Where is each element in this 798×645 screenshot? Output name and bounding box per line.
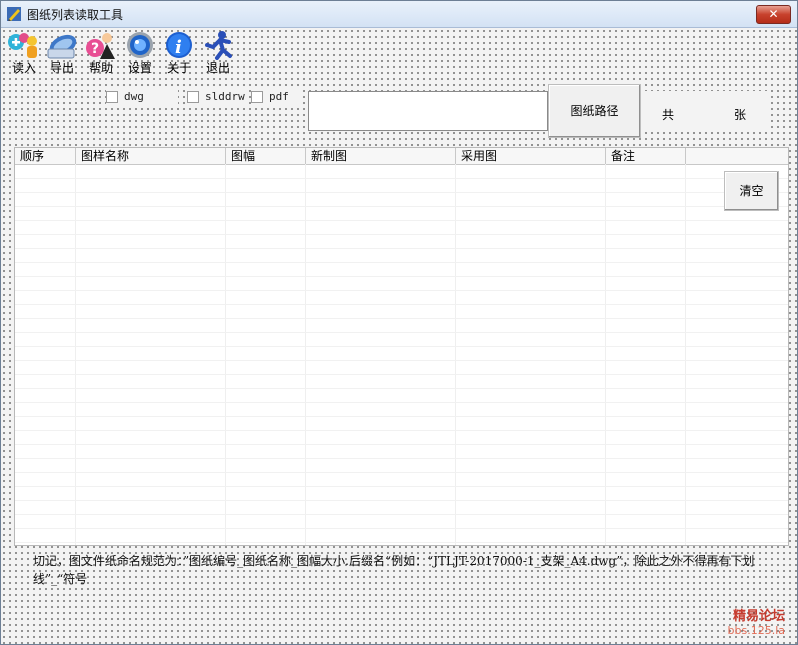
toolbar-exit-label: 退出 (205, 61, 230, 75)
row-guide (15, 346, 788, 347)
row-guide (15, 472, 788, 473)
row-guide (15, 388, 788, 389)
watermark-title: 精易论坛 (732, 609, 785, 624)
count-prefix: 共 (662, 108, 675, 122)
column-header-new[interactable]: 新制图 (306, 148, 456, 164)
toolbar-export-button[interactable]: 导出 (43, 30, 81, 78)
dwg-label: dwg (124, 90, 144, 103)
row-guide (15, 374, 788, 375)
column-divider (685, 164, 686, 545)
watermark: 精易论坛 bbs.125.la (728, 605, 785, 637)
column-divider (75, 164, 76, 545)
toolbar-export-label: 导出 (49, 61, 74, 75)
drawing-path-button[interactable]: 图纸路径 (548, 84, 641, 138)
main-window: 图纸列表读取工具 ✕ 读入 导出 ? 帮助 设置 i 关于 退出 dwg sld… (0, 0, 798, 645)
close-button[interactable]: ✕ (756, 5, 791, 24)
toolbar-read-button[interactable]: 读入 (5, 30, 43, 78)
row-guide (15, 206, 788, 207)
column-header-order[interactable]: 顺序 (15, 148, 76, 164)
row-guide (15, 458, 788, 459)
row-guide (15, 430, 788, 431)
toolbar-exit-button[interactable]: 退出 (199, 30, 237, 78)
row-guide (15, 178, 788, 179)
table-header: 顺序 图样名称 图幅 新制图 采用图 备注 (15, 148, 788, 165)
about-icon: i (166, 32, 192, 58)
dwg-checkbox[interactable] (106, 91, 118, 103)
client-area: 读入 导出 ? 帮助 设置 i 关于 退出 dwg slddrw pdf 图纸路… (1, 28, 797, 644)
count-panel: 共 张 (644, 91, 770, 131)
row-guide (15, 486, 788, 487)
row-guide (15, 220, 788, 221)
filter-slddrw[interactable]: slddrw (187, 90, 247, 108)
pdf-label: pdf (269, 90, 289, 103)
app-icon (7, 7, 21, 21)
filter-pdf[interactable]: pdf (251, 90, 301, 108)
row-guide (15, 514, 788, 515)
row-guide (15, 192, 788, 193)
row-guide (15, 262, 788, 263)
watermark-url: bbs.125.la (727, 624, 785, 637)
row-guide (15, 444, 788, 445)
users-add-icon (8, 33, 37, 58)
toolbar-about-label: 关于 (166, 61, 191, 75)
toolbar-help-button[interactable]: ? 帮助 (82, 30, 120, 78)
path-input[interactable] (308, 91, 548, 131)
column-header-adopted[interactable]: 采用图 (456, 148, 606, 164)
column-header-size[interactable]: 图幅 (226, 148, 306, 164)
window-title: 图纸列表读取工具 (27, 8, 124, 22)
drawing-list-table[interactable]: 顺序 图样名称 图幅 新制图 采用图 备注 (14, 147, 789, 546)
column-header-name[interactable]: 图样名称 (76, 148, 226, 164)
row-guide (15, 528, 788, 529)
row-guide (15, 318, 788, 319)
toolbar-about-button[interactable]: i 关于 (160, 30, 198, 78)
row-guide (15, 332, 788, 333)
row-guide (15, 360, 788, 361)
row-guide (15, 542, 788, 543)
filter-dwg[interactable]: dwg (106, 90, 178, 108)
column-divider (455, 164, 456, 545)
naming-note: 切记，图文件纸命名规范为：”图纸编号_图纸名称_图幅大小.后缀名“例如：“JTL… (33, 554, 755, 586)
toolbar-read-label: 读入 (11, 61, 36, 75)
help-icon: ? (86, 33, 115, 59)
row-guide (15, 416, 788, 417)
title-bar: 图纸列表读取工具 ✕ (1, 1, 797, 28)
column-divider (305, 164, 306, 545)
toolbar-help-label: 帮助 (88, 61, 113, 75)
svg-text:i: i (175, 37, 182, 58)
pdf-checkbox[interactable] (251, 91, 263, 103)
row-guide (15, 304, 788, 305)
column-divider (225, 164, 226, 545)
export-icon (47, 34, 77, 59)
clear-button[interactable]: 清空 (724, 171, 779, 211)
column-header-remarks[interactable]: 备注 (606, 148, 686, 164)
row-guide (15, 500, 788, 501)
row-guide (15, 234, 788, 235)
row-guide (15, 248, 788, 249)
row-guide (15, 290, 788, 291)
row-guide (15, 276, 788, 277)
svg-text:?: ? (91, 41, 99, 57)
column-divider (605, 164, 606, 545)
exit-icon (205, 31, 232, 60)
toolbar-settings-button[interactable]: 设置 (121, 30, 159, 78)
row-guide (15, 402, 788, 403)
slddrw-checkbox[interactable] (187, 91, 199, 103)
settings-icon (127, 32, 153, 58)
slddrw-label: slddrw (205, 90, 245, 103)
count-suffix: 张 (734, 108, 747, 122)
toolbar-settings-label: 设置 (127, 61, 152, 75)
